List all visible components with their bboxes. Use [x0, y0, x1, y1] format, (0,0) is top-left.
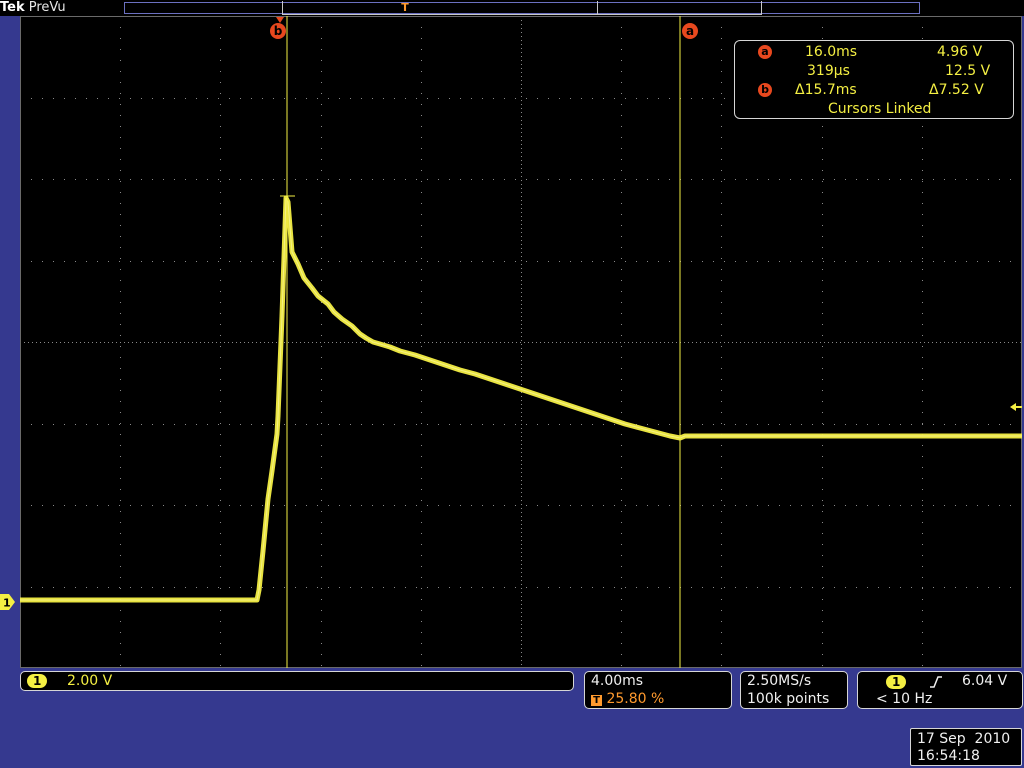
channel-1-waveform — [20, 195, 1022, 603]
cursor-a-label[interactable]: a — [682, 23, 698, 39]
channel-1-scale-panel[interactable]: 1 2.00 V — [20, 671, 574, 691]
brand-maker: Tek — [0, 0, 25, 15]
time: 16:54:18 — [917, 748, 980, 764]
trigger-position-row: T 25.80 % — [591, 691, 664, 707]
date: 17 Sep 2010 — [917, 731, 1011, 747]
cursor-mode: Cursors Linked — [828, 101, 932, 117]
readout-row-mode: Cursors Linked — [735, 100, 1015, 118]
rising-edge-icon — [930, 676, 942, 688]
cursor-a-voltage: 4.96 V — [937, 44, 983, 60]
channel-1-ground-marker-icon[interactable]: 1 — [0, 594, 16, 610]
trigger-position-label: T — [401, 1, 409, 14]
cursor-a-letter: a — [685, 24, 695, 38]
oscilloscope-screen: Tek PreVu T b a a 16.0ms 4.96 V 319µs 12… — [0, 0, 1024, 768]
timebase: 4.00ms — [591, 673, 644, 689]
cursor-a-time: 16.0ms — [805, 44, 858, 60]
trigger-position: 25.80 % — [606, 691, 665, 707]
acquisition-panel[interactable]: 2.50MS/s 100k points — [740, 671, 848, 709]
delta-voltage: Δ7.52 V — [929, 82, 984, 98]
trigger-source-badge: 1 — [886, 675, 907, 689]
delta-time: Δ15.7ms — [795, 82, 857, 98]
readout-row-b: b Δ15.7ms Δ7.52 V — [735, 81, 1015, 99]
channel-1-marker-text: 1 — [3, 597, 11, 610]
channel-1-badge: 1 — [27, 674, 48, 688]
trigger-level-arrow-icon[interactable] — [1008, 400, 1022, 414]
brand-label: Tek PreVu — [0, 0, 66, 16]
record-view-center — [597, 1, 598, 14]
cursor-b-label[interactable]: b — [270, 23, 286, 39]
cursor-b-readout-icon: b — [758, 83, 772, 97]
record-view-window[interactable] — [282, 1, 762, 15]
cursor-a-readout-icon: a — [758, 45, 772, 59]
datetime-panel: 17 Sep 2010 16:54:18 — [910, 728, 1022, 766]
channel-1-waveform-core — [20, 197, 1022, 601]
readout-row-a: a 16.0ms 4.96 V — [735, 43, 1015, 61]
cursor-b-pointer-icon — [276, 17, 284, 23]
cursor-b-voltage: 12.5 V — [945, 63, 991, 79]
trigger-position-badge-icon: T — [591, 695, 602, 706]
mode-label: PreVu — [28, 0, 66, 15]
trigger-position-icon[interactable]: T — [398, 1, 412, 15]
trigger-level: 6.04 V — [962, 673, 1008, 689]
horizontal-panel[interactable]: 4.00ms T 25.80 % — [584, 671, 732, 709]
record-view-bar: Tek PreVu T — [0, 0, 1024, 16]
cursor-b-time: 319µs — [807, 63, 850, 79]
cursor-b-letter: b — [273, 24, 283, 38]
record-length: 100k points — [747, 691, 830, 707]
readout-row-b-values: 319µs 12.5 V — [735, 62, 1015, 80]
trigger-panel[interactable]: 1 6.04 V < 10 Hz — [857, 671, 1023, 709]
sample-rate: 2.50MS/s — [747, 673, 812, 689]
cursor-readout[interactable]: a 16.0ms 4.96 V 319µs 12.5 V b Δ15.7ms Δ… — [734, 40, 1014, 119]
trigger-frequency: < 10 Hz — [876, 691, 933, 707]
channel-1-scale: 2.00 V — [67, 673, 113, 689]
